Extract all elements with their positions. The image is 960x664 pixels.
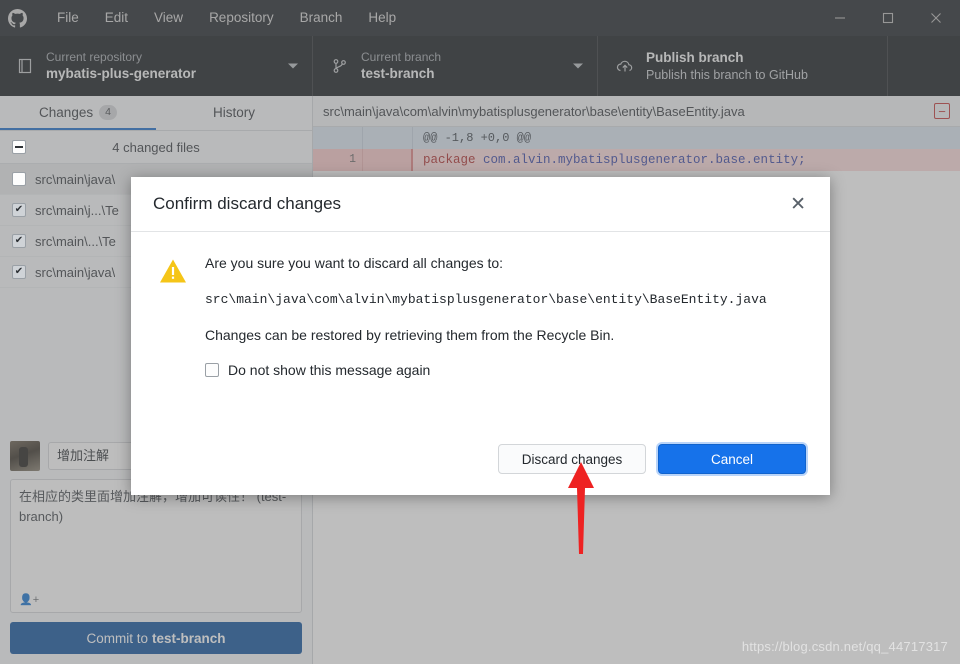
warning-triangle-icon bbox=[159, 254, 189, 423]
file-checkbox[interactable] bbox=[12, 265, 26, 279]
dialog-footer: Discard changes Cancel bbox=[131, 423, 830, 495]
red-up-arrow-icon bbox=[564, 462, 598, 554]
dialog-question: Are you sure you want to discard all cha… bbox=[205, 255, 504, 271]
dialog-title: Confirm discard changes bbox=[153, 194, 342, 213]
dialog-file-path: src\main\java\com\alvin\mybatisplusgener… bbox=[205, 292, 767, 307]
dialog-message: Are you sure you want to discard all cha… bbox=[205, 254, 806, 423]
watermark: https://blog.csdn.net/qq_44717317 bbox=[741, 639, 948, 654]
file-checkbox[interactable] bbox=[12, 234, 26, 248]
dialog-header: Confirm discard changes ✕ bbox=[131, 177, 830, 232]
select-all-checkbox[interactable] bbox=[12, 140, 26, 154]
cancel-button[interactable]: Cancel bbox=[658, 444, 806, 474]
do-not-show-again-checkbox[interactable] bbox=[205, 363, 219, 377]
confirm-discard-dialog: Confirm discard changes ✕ Are you sure y… bbox=[131, 177, 830, 495]
do-not-show-again-row[interactable]: Do not show this message again bbox=[205, 362, 806, 378]
file-checkbox[interactable] bbox=[12, 172, 26, 186]
do-not-show-again-label: Do not show this message again bbox=[228, 362, 431, 378]
file-checkbox[interactable] bbox=[12, 203, 26, 217]
github-desktop-window: File Edit View Repository Branch Help Cu… bbox=[0, 0, 960, 664]
dialog-note: Changes can be restored by retrieving th… bbox=[205, 327, 615, 343]
dialog-body: Are you sure you want to discard all cha… bbox=[131, 232, 830, 423]
close-icon[interactable]: ✕ bbox=[784, 191, 812, 218]
